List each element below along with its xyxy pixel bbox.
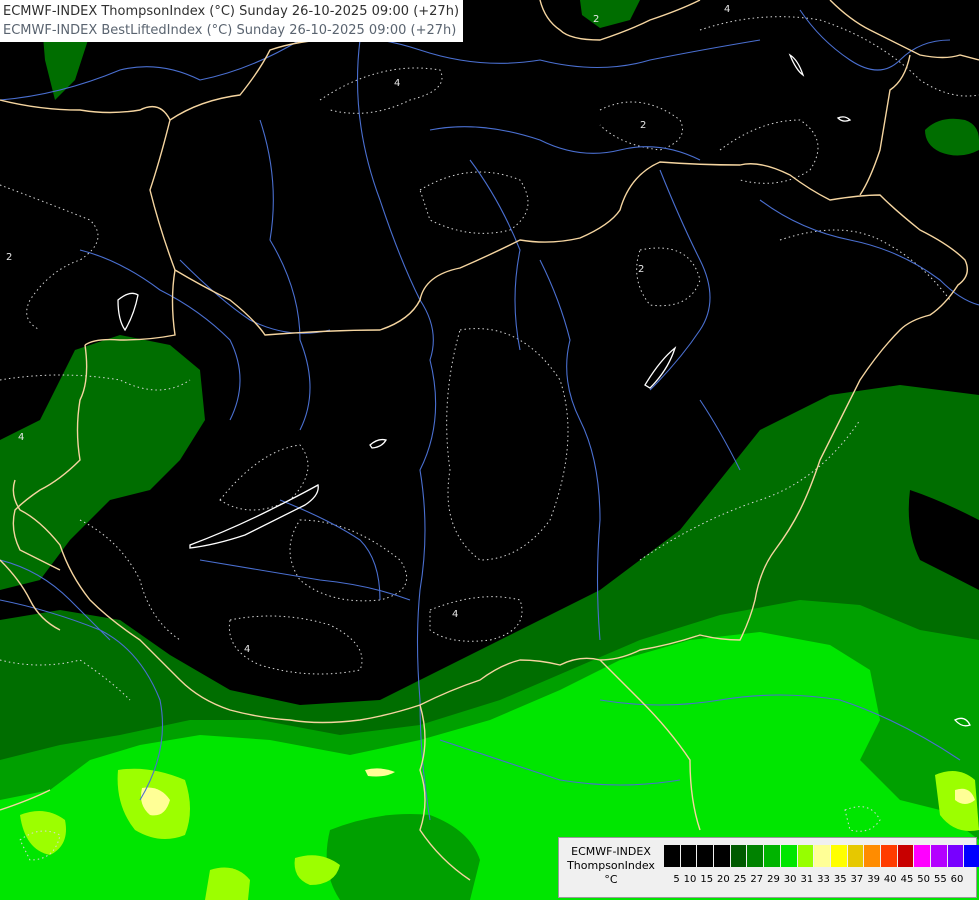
legend-value-label: 35	[833, 874, 847, 885]
legend-value-label: 45	[900, 874, 914, 885]
legend-source: ECMWF-INDEX	[571, 845, 651, 858]
weather-map: 4 2 2 2 4 4 4 4 2	[0, 0, 979, 900]
legend-swatch	[846, 845, 864, 867]
legend-swatch	[879, 845, 897, 867]
color-legend: ECMWF-INDEX ThompsonIndex °C 5 10 15 20 25 27…	[558, 837, 979, 898]
map-title-box: ECMWF-INDEX ThompsonIndex (°C) Sunday 26…	[0, 0, 464, 42]
contour-label: 4	[452, 609, 458, 620]
legend-value-label: 33	[817, 874, 830, 885]
legend-swatch	[729, 845, 747, 867]
legend-swatch	[896, 845, 914, 867]
legend-swatch	[713, 845, 730, 867]
legend-swatch	[746, 845, 764, 867]
legend-value-label: 30	[783, 874, 797, 885]
legend-value-label: 10	[683, 874, 697, 885]
legend-value-label: 27	[750, 874, 764, 885]
contour-label: 4	[724, 4, 730, 15]
legend-swatch	[813, 845, 830, 867]
legend-swatch	[696, 845, 714, 867]
legend-value-label: 25	[733, 874, 747, 885]
legend-value-label: 29	[767, 874, 780, 885]
legend-caption: ECMWF-INDEX ThompsonIndex °C	[563, 845, 659, 887]
contour-label: 2	[638, 264, 644, 275]
legend-color-bar	[663, 845, 979, 867]
contour-label: 4	[18, 432, 24, 443]
legend-value-labels: 5 10 15 20 25 27 29 30 31 33 35 37 39 40 45 50 55 60	[663, 874, 963, 885]
title-best-lifted-index: ECMWF-INDEX BestLiftedIndex (°C) Sunday …	[3, 23, 457, 38]
legend-swatch	[829, 845, 847, 867]
legend-parameter: ThompsonIndex	[567, 859, 655, 872]
legend-value-label: 39	[867, 874, 880, 885]
legend-value-label: 37	[850, 874, 864, 885]
contour-label: 2	[640, 120, 646, 131]
contour-label: 4	[394, 78, 400, 89]
legend-swatch	[930, 845, 947, 867]
legend-swatch	[779, 845, 797, 867]
contour-label: 2	[593, 14, 599, 25]
legend-swatch	[679, 845, 697, 867]
legend-value-label: 15	[700, 874, 714, 885]
legend-value-label: 5	[673, 874, 680, 885]
legend-unit: °C	[604, 873, 618, 886]
legend-value-label: 55	[933, 874, 947, 885]
legend-swatch	[913, 845, 930, 867]
legend-swatch	[663, 845, 680, 867]
contour-label: 2	[6, 252, 12, 263]
title-thompson-index: ECMWF-INDEX ThompsonIndex (°C) Sunday 26…	[3, 4, 460, 19]
legend-value-label: 31	[800, 874, 814, 885]
contour-label: 4	[244, 644, 250, 655]
legend-swatch	[963, 845, 979, 867]
legend-swatch	[796, 845, 814, 867]
legend-value-label: 20	[717, 874, 730, 885]
legend-swatch	[763, 845, 780, 867]
legend-swatch	[946, 845, 964, 867]
legend-value-label: 40	[883, 874, 897, 885]
legend-value-label: 60	[950, 874, 964, 885]
legend-value-label: 50	[917, 874, 930, 885]
legend-swatch	[863, 845, 880, 867]
